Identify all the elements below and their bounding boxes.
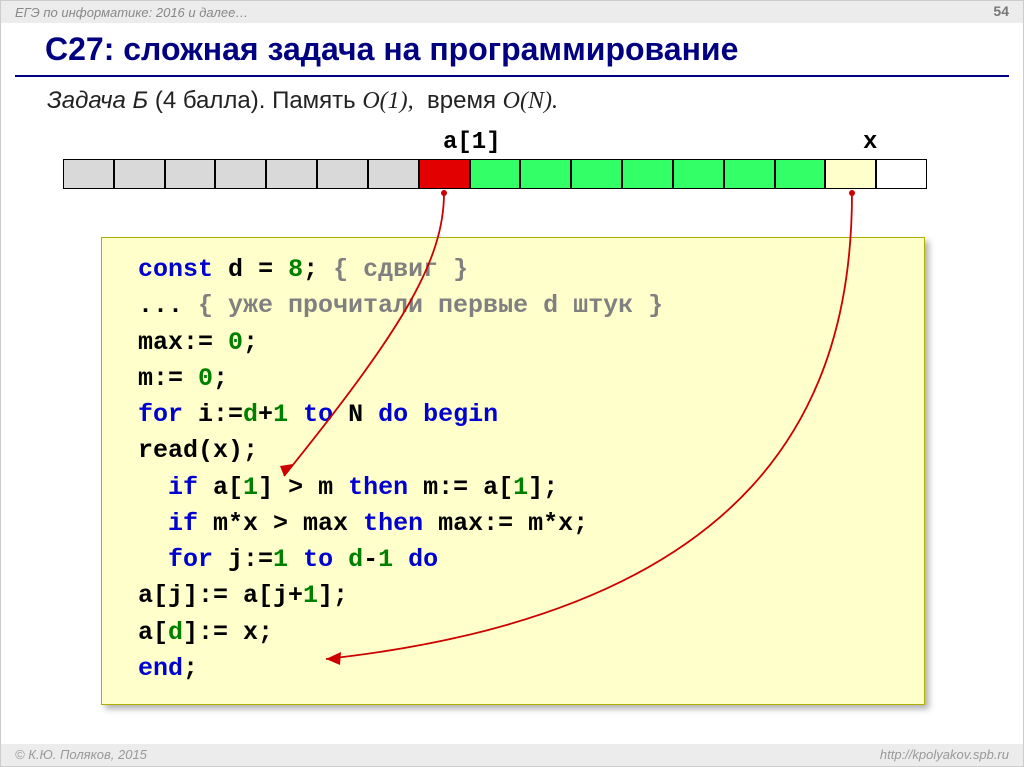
code-box: const d = 8; { сдвиг } ... { уже прочита…	[101, 237, 925, 705]
label-x: x	[863, 129, 877, 156]
title-underline	[15, 75, 1009, 77]
tape-cell	[825, 159, 876, 189]
page-number: 54	[993, 3, 1009, 19]
code-line-1: const d = 8; { сдвиг }	[138, 252, 908, 288]
code-line-8: if m*x > max then max:= m*x;	[138, 506, 908, 542]
code-line-9: for j:=1 to d-1 do	[138, 542, 908, 578]
tape-cell	[520, 159, 571, 189]
subtitle: Задача Б (4 балла). Память O(1), время O…	[47, 87, 558, 115]
tape-cell	[622, 159, 673, 189]
footer-url: http://kpolyakov.spb.ru	[880, 747, 1009, 762]
time-word: время	[427, 87, 496, 114]
tape-cell	[571, 159, 622, 189]
code-line-12: end;	[138, 651, 908, 687]
tape-cell	[114, 159, 165, 189]
tape-cell	[317, 159, 368, 189]
tape-cell	[368, 159, 419, 189]
task-name: Задача Б	[47, 87, 148, 114]
tape-cell	[215, 159, 266, 189]
mem-big-o: O(1),	[362, 88, 413, 114]
tape-cell	[63, 159, 114, 189]
code-line-5: for i:=d+1 to N do begin	[138, 397, 908, 433]
slide-title: C27: сложная задача на программирование	[1, 31, 1023, 68]
mem-word: Память	[272, 87, 356, 114]
header-bar: ЕГЭ по информатике: 2016 и далее… 54	[1, 1, 1023, 23]
code-line-2: ... { уже прочитали первые d штук }	[138, 288, 908, 324]
tape-cell	[470, 159, 521, 189]
code-line-10: a[j]:= a[j+1];	[138, 578, 908, 614]
footer-bar: © К.Ю. Поляков, 2015 http://kpolyakov.sp…	[1, 744, 1023, 766]
label-a1: a[1]	[443, 129, 501, 156]
code-line-7: if a[1] > m then m:= a[1];	[138, 470, 908, 506]
array-tape	[63, 159, 927, 189]
tape-cell	[266, 159, 317, 189]
task-points: (4 балла).	[155, 87, 266, 114]
code-line-6: read(x);	[138, 433, 908, 469]
arrow-start-dot-2	[849, 190, 855, 196]
tape-cell	[876, 159, 927, 189]
tape-cell	[673, 159, 724, 189]
slide: ЕГЭ по информатике: 2016 и далее… 54 C27…	[0, 0, 1024, 767]
tape-cell	[724, 159, 775, 189]
tape-cell	[775, 159, 826, 189]
footer-copyright: © К.Ю. Поляков, 2015	[15, 747, 147, 762]
arrow-start-dot-1	[441, 190, 447, 196]
tape-cell	[419, 159, 470, 189]
code-line-11: a[d]:= x;	[138, 615, 908, 651]
header-context: ЕГЭ по информатике: 2016 и далее…	[15, 5, 248, 20]
code-line-3: max:= 0;	[138, 325, 908, 361]
code-line-4: m:= 0;	[138, 361, 908, 397]
time-big-o: O(N).	[503, 88, 558, 114]
tape-cell	[165, 159, 216, 189]
